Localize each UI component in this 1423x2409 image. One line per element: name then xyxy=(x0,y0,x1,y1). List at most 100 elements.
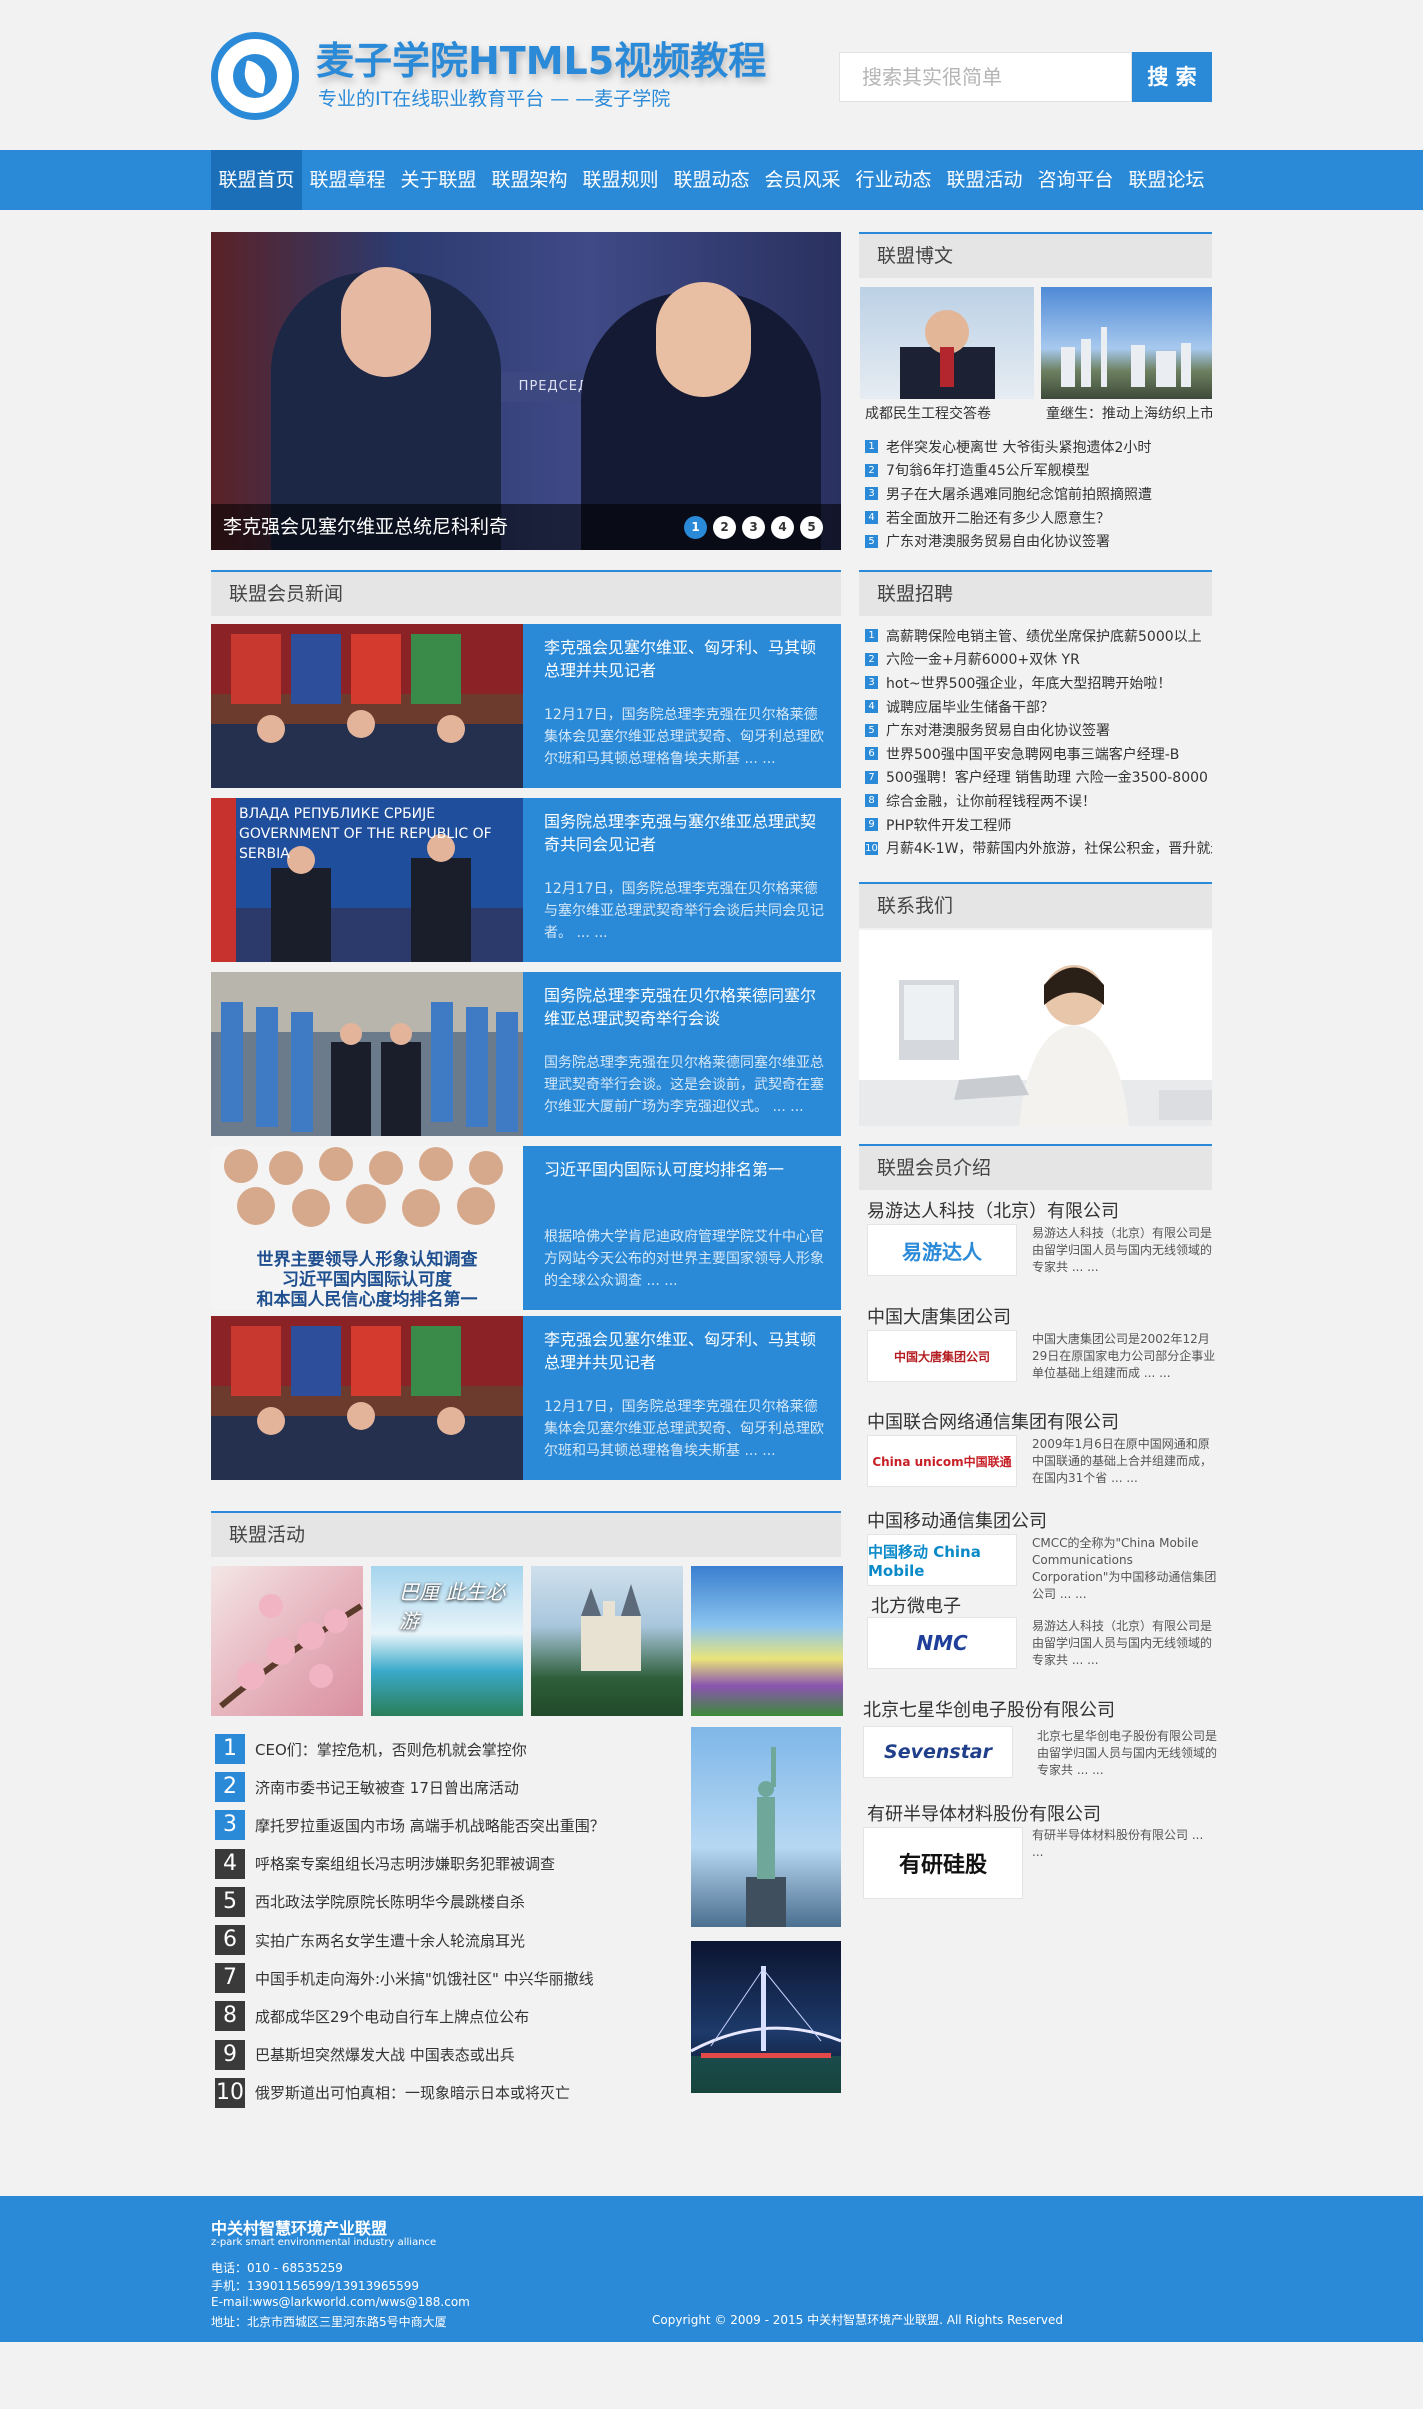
slider-dot-4[interactable]: 4 xyxy=(771,516,794,539)
list-item-title[interactable]: CEO们：掌控危机，否则危机就会掌控你 xyxy=(255,1739,527,1760)
activity-image-blossom[interactable] xyxy=(211,1566,363,1716)
list-item-title[interactable]: hot~世界500强企业，年底大型招聘开始啦！ xyxy=(886,673,1171,693)
news-title[interactable]: 李克强会见塞尔维亚、匈牙利、马其顿总理并共见记者 xyxy=(544,1328,829,1374)
member-logo[interactable]: 中国移动 China Mobile xyxy=(867,1534,1017,1586)
slider-dot-3[interactable]: 3 xyxy=(742,516,765,539)
member-name[interactable]: 中国联合网络通信集团有限公司 xyxy=(867,1408,1119,1434)
search-input[interactable]: 搜索其实很简单 xyxy=(839,52,1132,102)
news-thumbnail[interactable]: 世界主要领导人形象认知调查 习近平国内国际认可度 和本国人民信心度均排名第一 xyxy=(211,1146,523,1310)
member-name[interactable]: 有研半导体材料股份有限公司 xyxy=(867,1800,1101,1826)
news-item[interactable]: 世界主要领导人形象认知调查 习近平国内国际认可度 和本国人民信心度均排名第一 习… xyxy=(211,1146,841,1310)
list-item[interactable]: 8 成都成华区29个电动自行车上牌点位公布 xyxy=(215,1997,675,2035)
list-item-title[interactable]: 诚聘应届毕业生储备干部？ xyxy=(886,697,1054,717)
list-item-title[interactable]: 西北政法学院原院长陈明华今晨跳楼自杀 xyxy=(255,1891,525,1912)
news-thumbnail[interactable]: ВЛАДА РЕПУБЛИКЕ СРБИЈЕ GOVERNMENT OF THE… xyxy=(211,798,523,962)
list-item-title[interactable]: 实拍广东两名女学生遭十余人轮流扇耳光 xyxy=(255,1930,525,1951)
member-logo[interactable]: Sevenstar xyxy=(863,1726,1013,1778)
list-item[interactable]: 7 中国手机走向海外:小米搞"饥饿社区" 中兴华丽撤线 xyxy=(215,1959,675,1997)
blog-photo[interactable] xyxy=(860,287,1034,399)
list-item[interactable]: 3 hot~世界500强企业，年底大型招聘开始啦！ xyxy=(865,671,1212,695)
news-item[interactable]: 国务院总理李克强在贝尔格莱德同塞尔维亚总理武契奇举行会谈 国务院总理李克强在贝尔… xyxy=(211,972,841,1136)
news-thumbnail[interactable] xyxy=(211,624,523,788)
nav-item-industry[interactable]: 行业动态 xyxy=(848,150,939,210)
news-title[interactable]: 国务院总理李克强与塞尔维亚总理武契奇共同会见记者 xyxy=(544,810,829,856)
site-logo[interactable] xyxy=(211,32,299,120)
list-item[interactable]: 1 老伴突发心梗离世 大爷街头紧抱遗体2小时 xyxy=(865,435,1210,459)
member-name[interactable]: 中国大唐集团公司 xyxy=(867,1303,1011,1329)
activity-image-fields[interactable] xyxy=(691,1566,843,1716)
slider-dot-1[interactable]: 1 xyxy=(684,516,707,539)
blog-photo[interactable] xyxy=(1041,287,1212,399)
nav-item-activities[interactable]: 联盟活动 xyxy=(939,150,1030,210)
list-item[interactable]: 1 高薪聘保险电销主管、绩优坐席保护底薪5000以上 xyxy=(865,624,1212,648)
slider-dot-2[interactable]: 2 xyxy=(713,516,736,539)
list-item-title[interactable]: 俄罗斯道出可怕真相：一现象暗示日本或将灭亡 xyxy=(255,2082,570,2103)
list-item-title[interactable]: 高薪聘保险电销主管、绩优坐席保护底薪5000以上 xyxy=(886,626,1202,646)
list-item[interactable]: 5 西北政法学院原院长陈明华今晨跳楼自杀 xyxy=(215,1883,675,1921)
member-logo[interactable]: China unicom中国联通 xyxy=(867,1435,1017,1487)
nav-item-charter[interactable]: 联盟章程 xyxy=(302,150,393,210)
list-item[interactable]: 8 综合金融，让你前程钱程两不误！ xyxy=(865,789,1212,813)
nav-item-news[interactable]: 联盟动态 xyxy=(666,150,757,210)
list-item[interactable]: 9 巴基斯坦突然爆发大战 中国表态或出兵 xyxy=(215,2036,675,2074)
list-item[interactable]: 3 男子在大屠杀遇难同胞纪念馆前拍照摘照遭 xyxy=(865,482,1210,506)
list-item[interactable]: 1 CEO们：掌控危机，否则危机就会掌控你 xyxy=(215,1730,675,1768)
news-item[interactable]: 李克强会见塞尔维亚、匈牙利、马其顿总理并共见记者 12月17日，国务院总理李克强… xyxy=(211,624,841,788)
member-logo[interactable]: 易游达人 xyxy=(867,1224,1017,1276)
list-item-title[interactable]: 综合金融，让你前程钱程两不误！ xyxy=(886,791,1096,811)
news-item[interactable]: ВЛАДА РЕПУБЛИКЕ СРБИЈЕ GOVERNMENT OF THE… xyxy=(211,798,841,962)
member-name[interactable]: 北京七星华创电子股份有限公司 xyxy=(863,1696,1115,1722)
nav-item-structure[interactable]: 联盟架构 xyxy=(484,150,575,210)
member-logo[interactable]: 有研硅股 xyxy=(863,1827,1023,1899)
list-item[interactable]: 2 济南市委书记王敏被查 17日曾出席活动 xyxy=(215,1768,675,1806)
list-item[interactable]: 7 500强聘！客户经理 销售助理 六险一金3500-8000 xyxy=(865,766,1212,790)
list-item-title[interactable]: 中国手机走向海外:小米搞"饥饿社区" 中兴华丽撤线 xyxy=(255,1968,594,1989)
member-logo[interactable]: NMC xyxy=(867,1617,1017,1669)
list-item[interactable]: 4 若全面放开二胎还有多少人愿意生？ xyxy=(865,506,1210,530)
list-item-title[interactable]: 世界500强中国平安急聘网电事三端客户经理-B xyxy=(886,744,1179,764)
activity-image-statue[interactable] xyxy=(691,1727,841,1927)
news-title[interactable]: 李克强会见塞尔维亚、匈牙利、马其顿总理并共见记者 xyxy=(544,636,829,682)
blog-photo-caption[interactable]: 童继生：推动上海纺织上市 xyxy=(1046,403,1212,423)
hero-slider[interactable]: ПРЕДСЕДНИК РЕПУБЛИКЕ СРБИЈЕ 李克强会见塞尔维亚总统尼… xyxy=(211,232,841,550)
member-name[interactable]: 北方微电子 xyxy=(871,1592,961,1618)
list-item-title[interactable]: 广东对港澳服务贸易自由化协议签署 xyxy=(886,720,1110,740)
activity-image-bali[interactable]: 巴厘 此生必游 xyxy=(371,1566,523,1716)
footer-email[interactable]: E-mail:wws@larkworld.com/wws@188.com xyxy=(211,2295,470,2309)
list-item-title[interactable]: 成都成华区29个电动自行车上牌点位公布 xyxy=(255,2006,529,2027)
list-item[interactable]: 10 月薪4K-1W，带薪国内外旅游，社保公积金，晋升就近 xyxy=(865,836,1212,860)
blog-photo-caption[interactable]: 成都民生工程交答卷 xyxy=(865,403,1039,423)
list-item-title[interactable]: 济南市委书记王敏被查 17日曾出席活动 xyxy=(255,1777,519,1798)
list-item-title[interactable]: 7旬翁6年打造重45公斤军舰模型 xyxy=(886,460,1090,480)
list-item-title[interactable]: 呼格案专案组组长冯志明涉嫌职务犯罪被调查 xyxy=(255,1853,555,1874)
list-item[interactable]: 2 7旬翁6年打造重45公斤军舰模型 xyxy=(865,459,1210,483)
nav-item-forum[interactable]: 联盟论坛 xyxy=(1121,150,1212,210)
list-item-title[interactable]: 摩托罗拉重返国内市场 高端手机战略能否突出重围？ xyxy=(255,1815,605,1836)
list-item-title[interactable]: 500强聘！客户经理 销售助理 六险一金3500-8000 xyxy=(886,767,1208,787)
list-item[interactable]: 10 俄罗斯道出可怕真相：一现象暗示日本或将灭亡 xyxy=(215,2074,675,2112)
news-item[interactable]: 李克强会见塞尔维亚、匈牙利、马其顿总理并共见记者 12月17日，国务院总理李克强… xyxy=(211,1316,841,1480)
activity-image-bridge[interactable] xyxy=(690,1941,842,2093)
member-name[interactable]: 易游达人科技（北京）有限公司 xyxy=(867,1197,1119,1223)
list-item[interactable]: 6 世界500强中国平安急聘网电事三端客户经理-B xyxy=(865,742,1212,766)
news-thumbnail[interactable] xyxy=(211,972,523,1136)
list-item[interactable]: 5 广东对港澳服务贸易自由化协议签署 xyxy=(865,718,1212,742)
member-name[interactable]: 中国移动通信集团公司 xyxy=(867,1507,1047,1533)
news-title[interactable]: 习近平国内国际认可度均排名第一 xyxy=(544,1158,829,1181)
list-item-title[interactable]: 六险一金+月薪6000+双休 YR xyxy=(886,649,1080,669)
list-item-title[interactable]: 广东对港澳服务贸易自由化协议签署 xyxy=(886,531,1110,551)
news-thumbnail[interactable] xyxy=(211,1316,523,1480)
nav-item-consult[interactable]: 咨询平台 xyxy=(1030,150,1121,210)
nav-item-members[interactable]: 会员风采 xyxy=(757,150,848,210)
nav-item-about[interactable]: 关于联盟 xyxy=(393,150,484,210)
list-item[interactable]: 4 呼格案专案组组长冯志明涉嫌职务犯罪被调查 xyxy=(215,1845,675,1883)
list-item[interactable]: 4 诚聘应届毕业生储备干部？ xyxy=(865,695,1212,719)
list-item-title[interactable]: 若全面放开二胎还有多少人愿意生？ xyxy=(886,508,1110,528)
list-item-title[interactable]: 男子在大屠杀遇难同胞纪念馆前拍照摘照遭 xyxy=(886,484,1152,504)
list-item-title[interactable]: 月薪4K-1W，带薪国内外旅游，社保公积金，晋升就近 xyxy=(886,838,1212,858)
nav-item-home[interactable]: 联盟首页 xyxy=(211,150,302,210)
list-item[interactable]: 9 PHP软件开发工程师 xyxy=(865,813,1212,837)
search-button[interactable]: 搜 索 xyxy=(1132,52,1212,102)
news-title[interactable]: 国务院总理李克强在贝尔格莱德同塞尔维亚总理武契奇举行会谈 xyxy=(544,984,829,1030)
activity-image-castle[interactable] xyxy=(531,1566,683,1716)
